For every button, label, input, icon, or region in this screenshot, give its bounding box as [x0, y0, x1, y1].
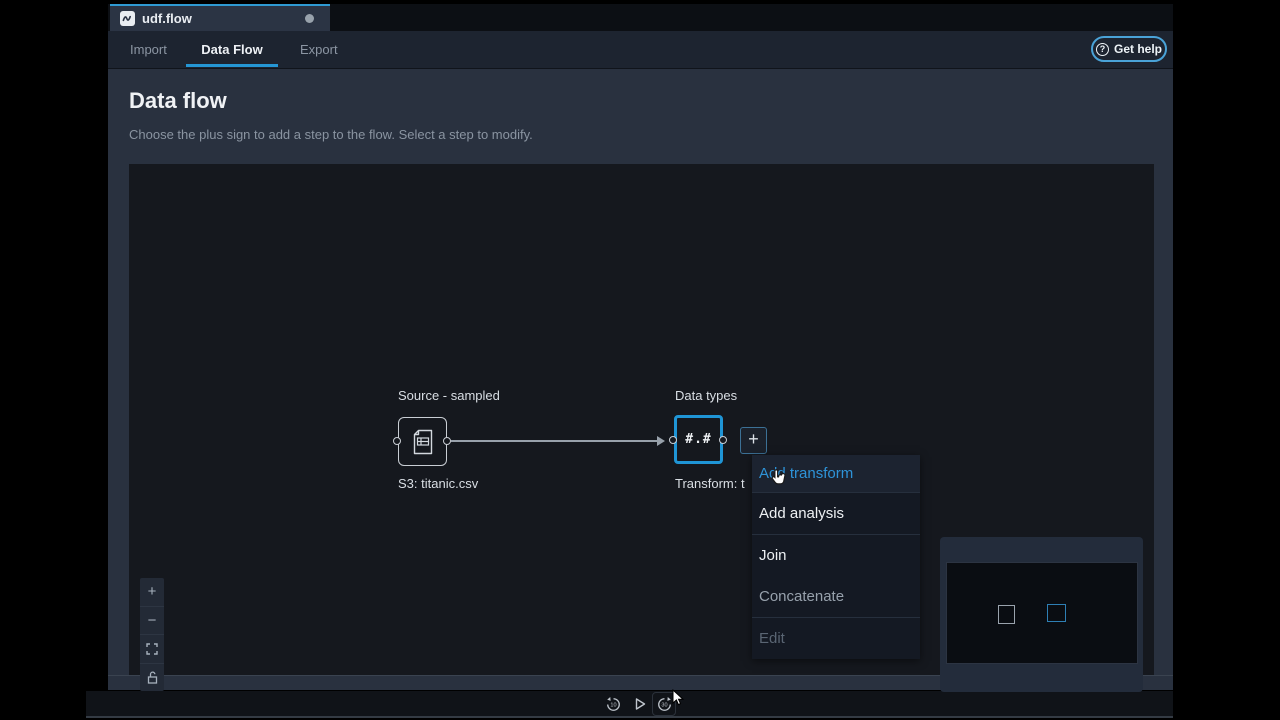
canvas-zoom-panel: + −	[140, 578, 164, 691]
page-subtitle: Choose the plus sign to add a step to th…	[129, 127, 533, 142]
get-help-label: Get help	[1114, 42, 1162, 56]
source-input-port[interactable]	[393, 437, 401, 445]
transform-node-subtitle: Transform: t	[675, 476, 745, 491]
transform-node[interactable]: #.#	[674, 415, 723, 464]
nav-toolbar: Import Data Flow Export ? Get help	[108, 31, 1173, 69]
menu-item-add-transform[interactable]: Add transform	[752, 455, 920, 492]
source-node-title: Source - sampled	[398, 388, 500, 403]
data-wrangler-flow-icon	[120, 11, 135, 26]
tab-import[interactable]: Import	[130, 42, 167, 57]
unlock-icon	[147, 671, 158, 684]
flow-minimap[interactable]	[940, 537, 1143, 692]
menu-item-edit: Edit	[752, 618, 920, 659]
tab-export[interactable]: Export	[300, 42, 338, 57]
minimap-source-node	[998, 605, 1015, 624]
menu-item-add-analysis[interactable]: Add analysis	[752, 493, 920, 534]
lock-button[interactable]	[140, 664, 164, 692]
editor-tab-title: udf.flow	[142, 11, 298, 26]
zoom-in-button[interactable]: +	[140, 578, 164, 607]
source-output-port[interactable]	[443, 437, 451, 445]
get-help-button[interactable]: ? Get help	[1091, 36, 1167, 62]
tab-data-flow[interactable]: Data Flow	[186, 42, 278, 57]
forward-seconds-label: 30	[661, 702, 667, 708]
menu-item-join[interactable]: Join	[752, 535, 920, 576]
menu-item-concatenate[interactable]: Concatenate	[752, 576, 920, 617]
active-tab-underline	[186, 64, 278, 67]
source-node[interactable]	[398, 417, 447, 466]
question-mark-icon: ?	[1096, 43, 1109, 56]
flow-edge	[451, 440, 657, 442]
flow-edge-arrowhead	[657, 436, 665, 446]
play-button[interactable]	[628, 692, 652, 716]
editor-tab-udf-flow[interactable]: udf.flow	[110, 4, 330, 31]
unsaved-changes-dot	[305, 14, 314, 23]
transform-output-port[interactable]	[719, 436, 727, 444]
source-node-subtitle: S3: titanic.csv	[398, 476, 478, 491]
video-scrub-bar[interactable]	[86, 716, 1173, 718]
rewind-10-button[interactable]: 10	[601, 692, 625, 716]
transform-node-title: Data types	[675, 388, 737, 403]
video-player-bar: 10 30	[86, 691, 1173, 717]
fit-screen-icon	[146, 643, 158, 655]
add-step-button[interactable]: +	[740, 427, 767, 454]
app-window: udf.flow Import Data Flow Export ? Get h…	[108, 4, 1173, 690]
rewind-seconds-label: 10	[610, 702, 616, 708]
transform-input-port[interactable]	[669, 436, 677, 444]
fit-screen-button[interactable]	[140, 635, 164, 664]
node-context-menu: Add transform Add analysis Join Concaten…	[752, 455, 920, 659]
file-table-icon	[410, 427, 436, 457]
page-title: Data flow	[129, 88, 227, 114]
screen: udf.flow Import Data Flow Export ? Get h…	[0, 0, 1280, 720]
minimap-transform-node	[1047, 604, 1066, 622]
zoom-out-button[interactable]: −	[140, 607, 164, 636]
flow-canvas[interactable]: Source - sampled S3: titanic.csv Data t	[129, 164, 1154, 675]
forward-30-button[interactable]: 30	[652, 692, 676, 716]
editor-tabstrip: udf.flow	[108, 4, 1173, 31]
minimap-viewport	[946, 562, 1138, 664]
data-types-icon: #.#	[685, 432, 711, 447]
